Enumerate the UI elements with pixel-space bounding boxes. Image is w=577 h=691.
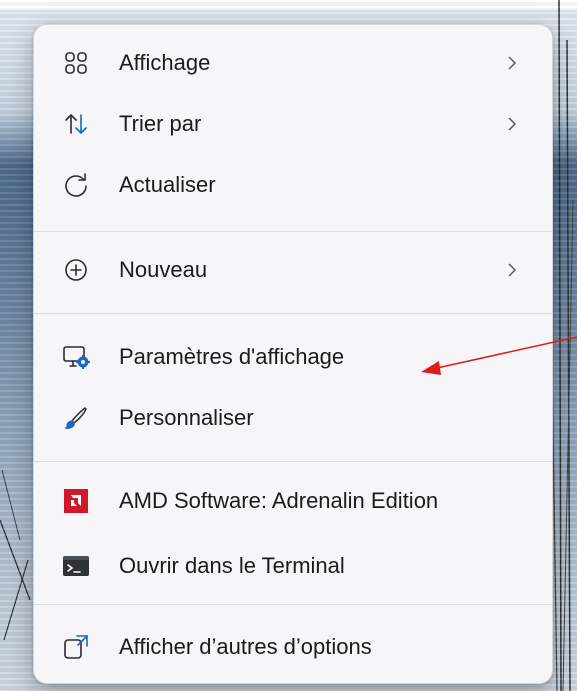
menu-item-amd-software[interactable]: AMD Software: Adrenalin Edition bbox=[34, 471, 552, 531]
refresh-icon bbox=[61, 170, 91, 200]
menu-item-label: Afficher d’autres d’options bbox=[119, 634, 372, 659]
menu-item-parametres-affichage[interactable]: Paramètres d'affichage bbox=[34, 327, 552, 387]
chevron-right-icon bbox=[504, 113, 520, 135]
menu-item-label: Paramètres d'affichage bbox=[119, 344, 345, 369]
menu-item-personnaliser[interactable]: Personnaliser bbox=[34, 388, 552, 448]
menu-item-label: AMD Software: Adrenalin Edition bbox=[119, 488, 439, 513]
terminal-icon bbox=[61, 551, 91, 581]
reeds-left-decoration bbox=[0, 469, 31, 641]
menu-item-trier-par[interactable]: Trier par bbox=[34, 94, 552, 154]
brush-icon bbox=[61, 403, 91, 433]
menu-item-affichage[interactable]: Affichage bbox=[34, 33, 552, 93]
menu-item-actualiser[interactable]: Actualiser bbox=[34, 155, 552, 215]
menu-separator bbox=[34, 313, 552, 314]
amd-logo-icon bbox=[61, 486, 91, 516]
show-more-options-icon bbox=[61, 632, 91, 662]
display-settings-icon bbox=[61, 342, 91, 372]
menu-separator bbox=[34, 231, 552, 232]
menu-item-label: Actualiser bbox=[119, 172, 216, 197]
grid-view-icon bbox=[61, 48, 91, 78]
chevron-right-icon bbox=[504, 259, 520, 281]
chevron-right-icon bbox=[504, 52, 520, 74]
menu-item-nouveau[interactable]: Nouveau bbox=[34, 240, 552, 300]
add-circle-icon bbox=[61, 255, 91, 285]
menu-item-label: Affichage bbox=[119, 50, 211, 75]
menu-item-label: Ouvrir dans le Terminal bbox=[119, 553, 345, 578]
menu-item-label: Personnaliser bbox=[119, 405, 254, 430]
menu-item-ouvrir-terminal[interactable]: Ouvrir dans le Terminal bbox=[34, 536, 552, 596]
menu-item-afficher-autres-options[interactable]: Afficher d’autres d’options bbox=[34, 617, 552, 677]
context-menu: Affichage Trier par Actualiser Nouveau P… bbox=[33, 24, 553, 684]
menu-separator bbox=[34, 604, 552, 605]
sort-arrows-icon bbox=[61, 109, 91, 139]
menu-item-label: Nouveau bbox=[119, 257, 208, 282]
menu-separator bbox=[34, 461, 552, 462]
menu-item-label: Trier par bbox=[119, 111, 202, 136]
